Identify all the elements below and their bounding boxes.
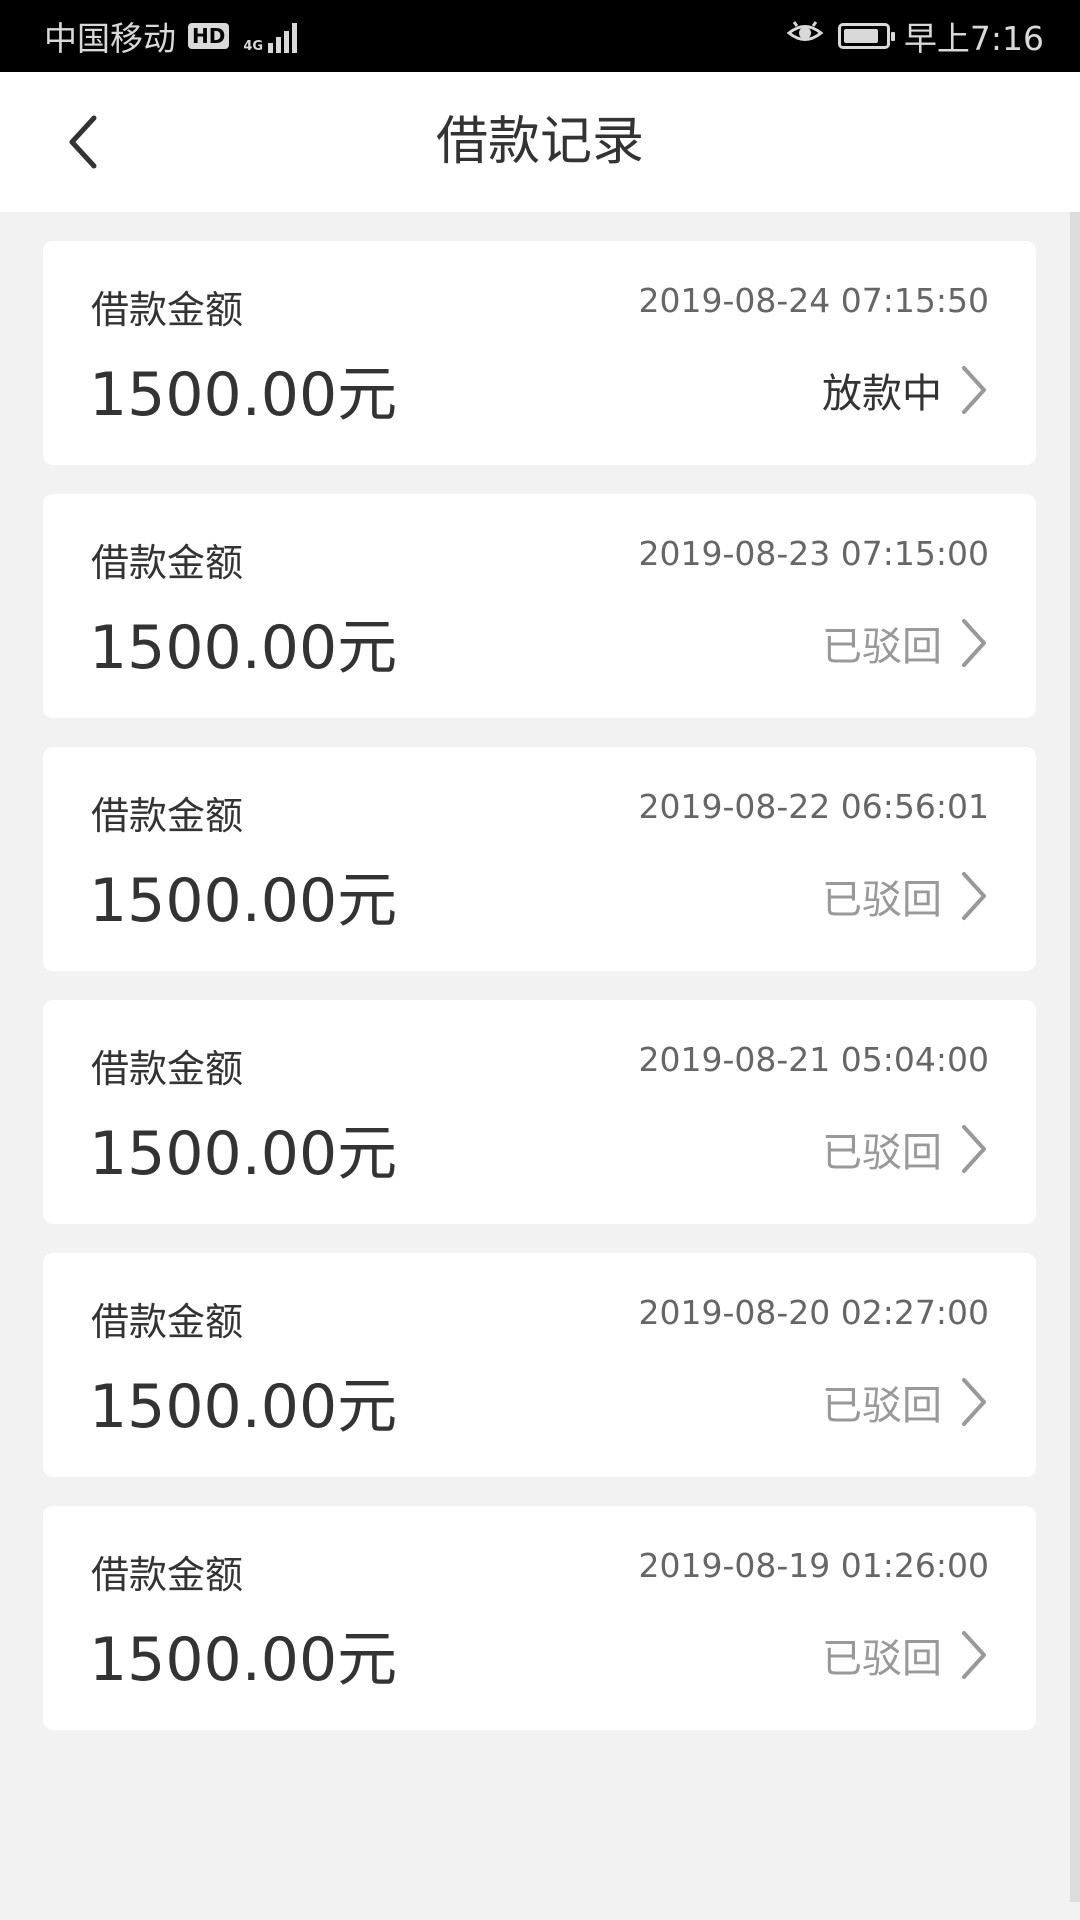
- loan-status: 已驳回: [822, 1636, 942, 1682]
- back-button[interactable]: [52, 112, 112, 172]
- loan-date: 2019-08-22 06:56:01: [638, 787, 989, 826]
- loan-status: 已驳回: [822, 1130, 942, 1176]
- chevron-right-icon: [962, 366, 986, 414]
- loan-amount-label: 借款金额: [91, 1300, 244, 1344]
- carrier-name: 中国移动: [44, 19, 176, 58]
- loan-date: 2019-08-24 07:15:50: [638, 281, 989, 320]
- hd-icon: HD: [188, 23, 230, 49]
- signal-icon: 4G: [243, 19, 298, 54]
- loan-amount-label: 借款金额: [91, 1047, 244, 1091]
- status-bar: 中国移动 HD 4G 早上7:16: [0, 0, 1080, 72]
- loan-amount-value: 1500.00元: [89, 613, 398, 683]
- loan-amount-label: 借款金额: [91, 541, 244, 585]
- loan-record-list: 借款金额 1500.00元 2019-08-24 07:15:50 放款中 借款…: [43, 241, 1036, 1759]
- loan-amount-label: 借款金额: [91, 288, 244, 332]
- loan-record-card[interactable]: 借款金额 1500.00元 2019-08-19 01:26:00 已驳回: [43, 1506, 1036, 1730]
- loan-amount-value: 1500.00元: [89, 1119, 398, 1189]
- network-type: 4G: [243, 39, 264, 54]
- loan-date: 2019-08-21 05:04:00: [638, 1040, 989, 1079]
- chevron-left-icon: [69, 115, 97, 169]
- loan-amount-label: 借款金额: [91, 1553, 244, 1597]
- chevron-right-icon: [962, 619, 986, 667]
- battery-icon: [837, 23, 895, 49]
- loan-amount-label: 借款金额: [91, 794, 244, 838]
- loan-amount-value: 1500.00元: [89, 1625, 398, 1695]
- eye-icon: [786, 17, 824, 56]
- status-bar-left: 中国移动 HD 4G: [44, 0, 298, 72]
- loan-record-card[interactable]: 借款金额 1500.00元 2019-08-21 05:04:00 已驳回: [43, 1000, 1036, 1224]
- chevron-right-icon: [962, 1378, 986, 1426]
- loan-amount-value: 1500.00元: [89, 866, 398, 936]
- battery-level: [843, 29, 878, 43]
- loan-amount-value: 1500.00元: [89, 1372, 398, 1442]
- loan-status: 已驳回: [822, 1383, 942, 1429]
- loan-record-card[interactable]: 借款金额 1500.00元 2019-08-22 06:56:01 已驳回: [43, 747, 1036, 971]
- loan-amount-value: 1500.00元: [89, 360, 398, 430]
- status-bar-right: 早上7:16: [786, 0, 1044, 72]
- loan-status: 已驳回: [822, 624, 942, 670]
- nav-bar: 借款记录: [0, 72, 1080, 212]
- loan-date: 2019-08-19 01:26:00: [638, 1546, 989, 1585]
- chevron-right-icon: [962, 1125, 986, 1173]
- loan-status: 放款中: [822, 371, 942, 417]
- loan-date: 2019-08-20 02:27:00: [638, 1293, 989, 1332]
- loan-date: 2019-08-23 07:15:00: [638, 534, 989, 573]
- scrollbar-thumb[interactable]: [1070, 212, 1080, 1902]
- chevron-right-icon: [962, 872, 986, 920]
- loan-record-card[interactable]: 借款金额 1500.00元 2019-08-24 07:15:50 放款中: [43, 241, 1036, 465]
- loan-record-card[interactable]: 借款金额 1500.00元 2019-08-23 07:15:00 已驳回: [43, 494, 1036, 718]
- page-title: 借款记录: [435, 112, 644, 172]
- chevron-right-icon: [962, 1631, 986, 1679]
- loan-status: 已驳回: [822, 877, 942, 923]
- loan-record-card[interactable]: 借款金额 1500.00元 2019-08-20 02:27:00 已驳回: [43, 1253, 1036, 1477]
- status-time: 早上7:16: [903, 19, 1044, 58]
